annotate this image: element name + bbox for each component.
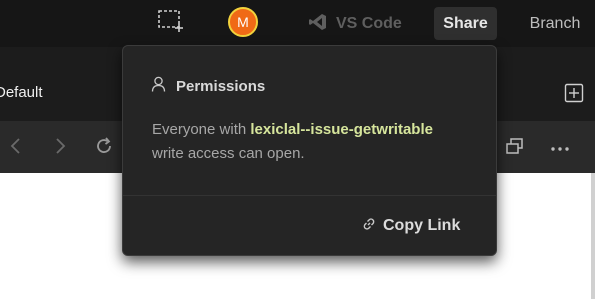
chevron-left-icon <box>9 137 23 160</box>
permissions-message: Everyone with lexiclal--issue-getwritabl… <box>152 118 472 166</box>
permissions-popup: Permissions Everyone with lexiclal--issu… <box>122 45 497 256</box>
vscode-label: VS Code <box>336 15 402 32</box>
branch-name: lexiclal--issue-getwritable <box>250 121 433 138</box>
more-horizontal-icon <box>550 139 570 157</box>
forward-button[interactable] <box>48 136 72 160</box>
top-bar: M VS Code Share Branch <box>0 0 595 47</box>
add-tab-icon <box>564 83 584 107</box>
chevron-right-icon <box>53 137 67 160</box>
popup-title: Permissions <box>176 78 266 95</box>
share-button[interactable]: Share <box>434 7 497 40</box>
copy-link-button[interactable]: Copy Link <box>362 213 460 239</box>
avatar[interactable]: M <box>228 7 258 37</box>
add-preview-button[interactable] <box>154 8 186 38</box>
add-tab-button[interactable] <box>564 83 584 103</box>
more-options-button[interactable] <box>548 136 572 160</box>
popup-header: Permissions <box>151 76 265 97</box>
message-prefix: Everyone with <box>152 121 247 138</box>
reload-icon <box>94 136 114 161</box>
open-in-vscode-button[interactable]: VS Code <box>308 10 402 38</box>
scrollbar[interactable] <box>591 173 595 299</box>
branch-button[interactable]: Branch <box>520 7 590 40</box>
back-button[interactable] <box>4 136 28 160</box>
open-in-window-button[interactable] <box>503 136 527 160</box>
link-icon <box>362 217 376 236</box>
reload-button[interactable] <box>92 136 116 160</box>
avatar-initial: M <box>237 14 249 30</box>
app-window: M VS Code Share Branch Default Permissio… <box>0 0 595 299</box>
vscode-icon <box>308 12 328 37</box>
tab-default[interactable]: Default <box>0 84 43 101</box>
open-window-icon <box>505 136 525 161</box>
add-preview-icon <box>156 8 184 39</box>
message-suffix: write access can open. <box>152 145 305 162</box>
copy-link-label: Copy Link <box>383 217 461 234</box>
person-icon <box>151 76 166 97</box>
popup-divider <box>123 195 496 196</box>
